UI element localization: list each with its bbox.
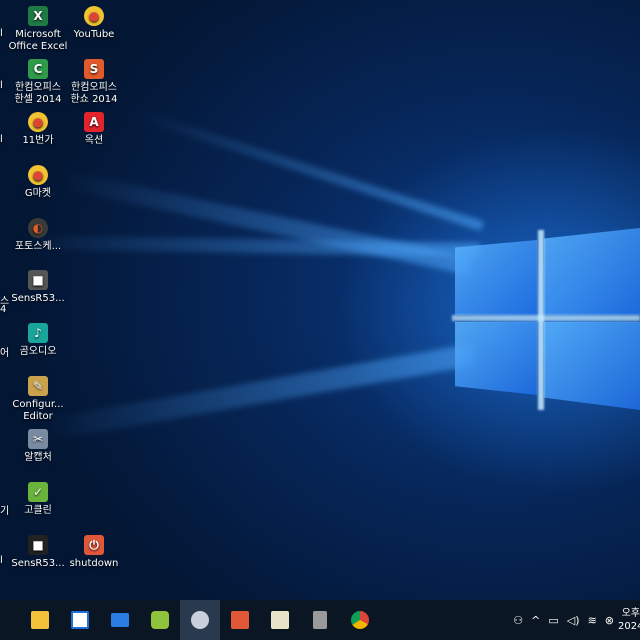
taskbar-shutdown[interactable] [220,600,260,640]
camera-icon: ■ [28,535,48,555]
config-editor-icon: ✎ [28,376,48,396]
icon-label: 알캡처 [24,452,52,463]
desktop-icon-alcapture[interactable]: ✂ 알캡처 [8,429,68,464]
people-icon[interactable]: ⚇ [513,614,523,627]
hancell-icon: C [28,59,48,79]
icon-label: 한컴오피스 한셀 2014 [14,82,62,105]
file-explorer-icon [31,611,49,629]
icon-label: 곰오디오 [19,346,57,357]
start-area[interactable] [0,600,20,640]
desktop-icon-sensr-1[interactable]: ■ SensR53... [8,270,68,305]
wifi-icon[interactable]: ≋ [588,614,597,627]
taskbar-store[interactable] [60,600,100,640]
logo-pane [544,228,640,315]
camera-icon: ■ [28,270,48,290]
shutdown-taskbar-icon [231,611,249,629]
clock[interactable]: 오후 2024-04 [618,607,640,633]
icon-label: SensR53... [11,293,65,304]
taskbar-archive[interactable] [300,600,340,640]
hanshow-icon: S [84,59,104,79]
taskbar-chat[interactable] [140,600,180,640]
icon-label: 고클린 [24,505,52,516]
edge-stub: l [0,555,3,566]
photoscape-icon: ◐ [28,218,48,238]
logo-pane [455,322,537,395]
close-icon[interactable]: ⊗ [605,614,614,627]
icon-label: SensR53... [11,558,65,569]
desktop-icon-11st[interactable]: ● 11번가 [8,112,68,147]
excel-icon: X [28,6,48,26]
battery-icon[interactable]: ▭ [548,614,558,627]
logo-pane [544,322,640,410]
clock-time: 오후 [621,608,640,619]
taskbar-chrome[interactable] [340,600,380,640]
desktop-icon-youtube[interactable]: ● YouTube [64,6,124,41]
icon-label: shutdown [69,558,119,569]
icon-label: Configur... Editor [12,399,64,422]
logo-pane [455,240,537,315]
desktop-icon-photoscape[interactable]: ◐ 포토스케... [8,218,68,253]
taskbar: ⚇ ^ ▭ ◁) ≋ ⊗ 오후 2024-04 [0,600,640,640]
edge-stub: l [0,28,3,39]
chrome-icon: ● [84,6,104,26]
desktop-icon-excel[interactable]: X Microsoft Office Excel [8,6,68,53]
icon-label: 한컴오피스 한쇼 2014 [70,82,118,105]
desktop-icon-hanshow[interactable]: S 한컴오피스 한쇼 2014 [64,59,124,106]
alcapture-taskbar-icon [191,611,209,629]
icon-label: G마켓 [24,188,52,199]
taskbar-notepad[interactable] [260,600,300,640]
light-beam [19,235,481,258]
goclean-icon: ✓ [28,482,48,502]
edge-stub: l [0,134,3,145]
edge-stub: l [0,80,3,91]
clock-date: 2024-04 [618,621,640,632]
chrome-icon: ● [28,112,48,132]
icon-label: 포토스케... [14,241,62,252]
shutdown-icon: ⏻ [84,535,104,555]
archive-icon [313,611,327,629]
taskbar-file-explorer[interactable] [20,600,60,640]
chrome-icon: ● [28,165,48,185]
taskbar-alcapture[interactable] [180,600,220,640]
auction-icon: A [84,112,104,132]
taskbar-mail[interactable] [100,600,140,640]
notepad-icon [271,611,289,629]
icon-label: Microsoft Office Excel [8,29,68,52]
edge-stub: 4 [0,304,7,315]
desktop: l l l 스 4 어 기 l X Microsoft Office Excel… [0,0,640,600]
desktop-icon-config-editor[interactable]: ✎ Configur... Editor [8,376,68,423]
desktop-icon-shutdown[interactable]: ⏻ shutdown [64,535,124,570]
icon-label: YouTube [73,29,115,40]
light-beam [58,170,473,276]
store-icon [71,611,89,629]
alcapture-icon: ✂ [28,429,48,449]
desktop-icon-gmarket[interactable]: ● G마켓 [8,165,68,200]
volume-icon[interactable]: ◁) [567,614,580,627]
chrome-taskbar-icon [351,611,369,629]
gomaudio-icon: ♪ [28,323,48,343]
desktop-icon-goclean[interactable]: ✓ 고클린 [8,482,68,517]
light-beam [38,343,476,442]
desktop-icon-hancell[interactable]: C 한컴오피스 한셀 2014 [8,59,68,106]
chevron-up-icon[interactable]: ^ [531,614,540,627]
chat-icon [151,611,169,629]
icon-label: 11번가 [22,135,54,146]
desktop-icon-gomaudio[interactable]: ♪ 곰오디오 [8,323,68,358]
mail-icon [111,613,129,627]
desktop-icon-auction[interactable]: A 옥션 [64,112,124,147]
icon-label: 옥션 [84,135,104,146]
logo-divider [452,315,640,321]
system-tray: ⚇ ^ ▭ ◁) ≋ ⊗ 오후 2024-04 [509,600,640,640]
desktop-icon-sensr-2[interactable]: ■ SensR53... [8,535,68,570]
